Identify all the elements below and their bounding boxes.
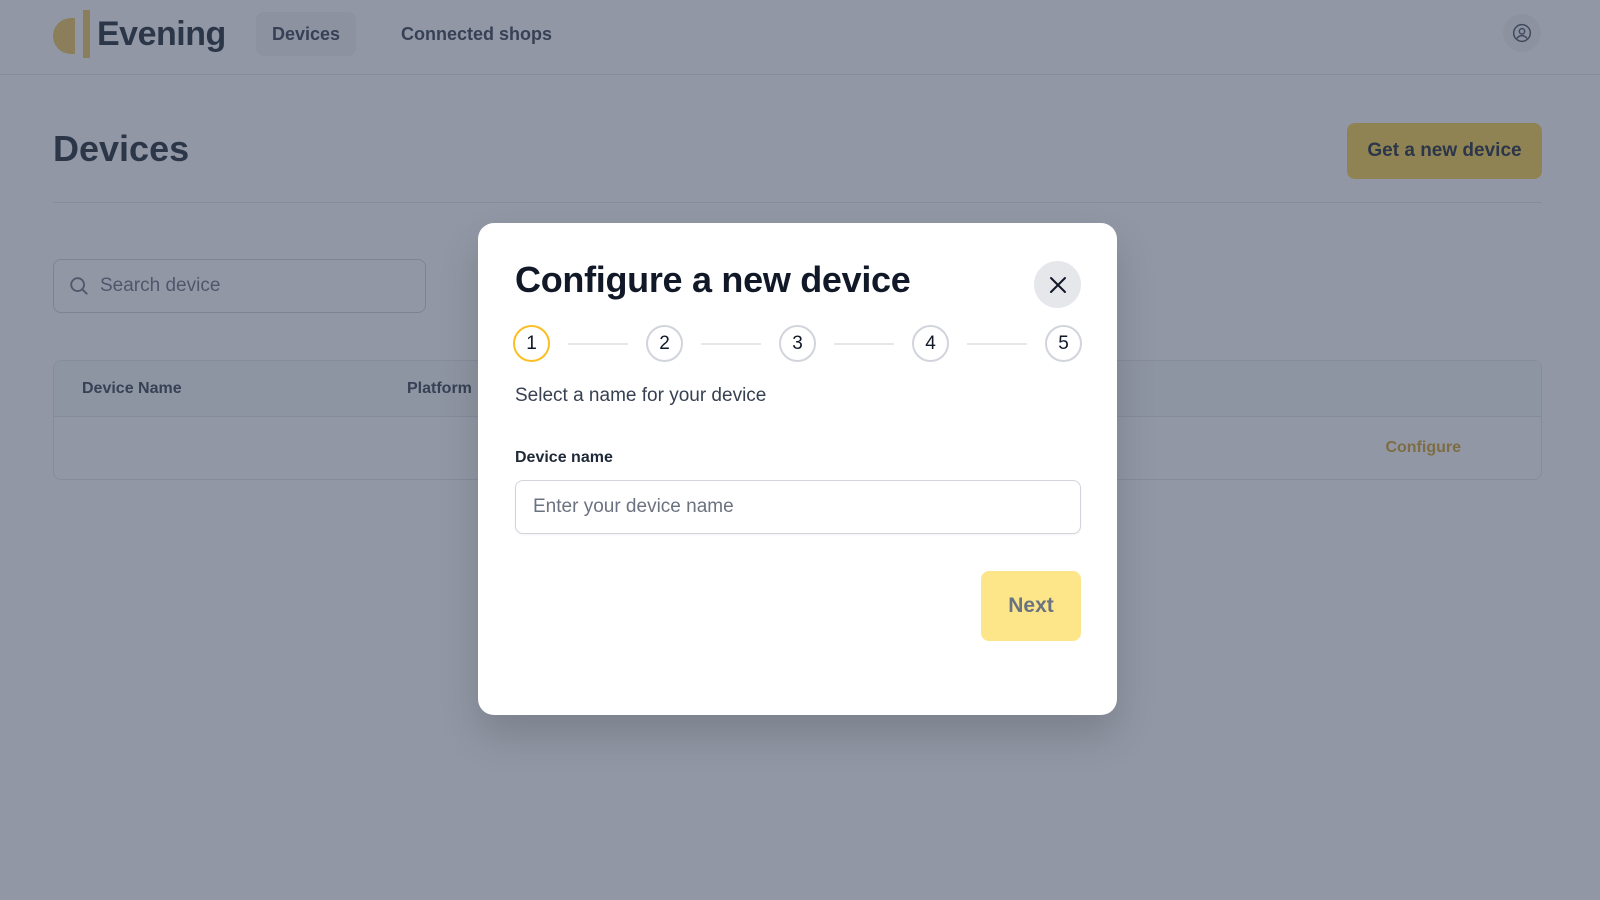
close-modal-button[interactable] <box>1034 261 1081 308</box>
step-1: 1 <box>513 325 550 362</box>
device-name-label: Device name <box>515 449 613 466</box>
step-connector <box>967 343 1027 345</box>
step-4: 4 <box>912 325 949 362</box>
step-connector <box>834 343 894 345</box>
configure-device-modal: Configure a new device 1 2 3 4 5 Select … <box>478 223 1117 715</box>
modal-title: Configure a new device <box>515 259 911 300</box>
step-3: 3 <box>779 325 816 362</box>
close-icon <box>1049 276 1066 293</box>
step-description: Select a name for your device <box>515 385 767 406</box>
step-connector <box>568 343 628 345</box>
step-2: 2 <box>646 325 683 362</box>
next-button[interactable]: Next <box>981 571 1081 641</box>
device-name-input[interactable] <box>515 480 1081 534</box>
step-5: 5 <box>1045 325 1082 362</box>
step-connector <box>701 343 761 345</box>
